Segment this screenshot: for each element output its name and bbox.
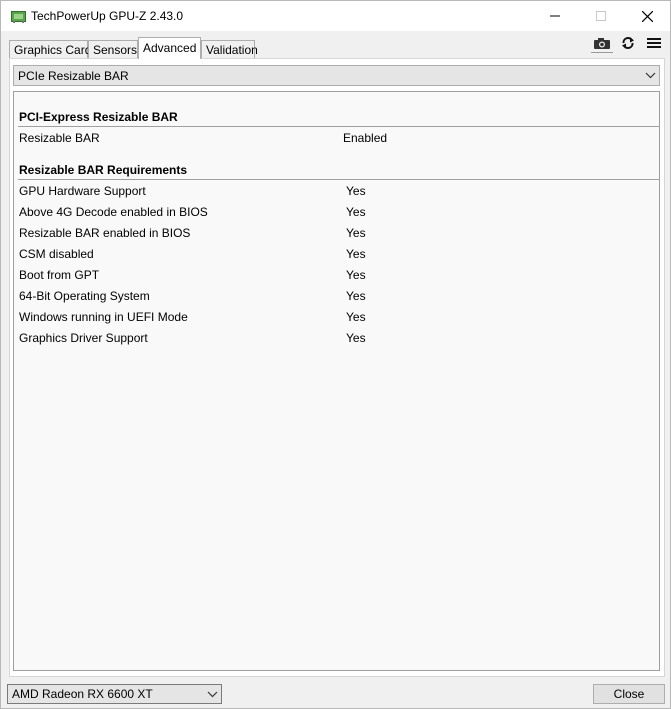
tab-advanced[interactable]: Advanced [138, 37, 201, 59]
close-window-button[interactable] [624, 1, 670, 31]
row-value-64bit-os: Yes [346, 289, 366, 303]
title-bar: TechPowerUp GPU-Z 2.43.0 [1, 1, 670, 31]
row-label-resizable-bar: Resizable BAR [19, 131, 100, 145]
advanced-category-dropdown[interactable]: PCIe Resizable BAR [13, 65, 660, 86]
details-list: PCI-Express Resizable BAR Resizable BAR … [13, 91, 660, 671]
tab-sensors[interactable]: Sensors [88, 40, 138, 58]
menu-icon [647, 38, 661, 48]
row-value-uefi-mode: Yes [346, 310, 366, 324]
row-label-csm-disabled: CSM disabled [19, 247, 94, 261]
chevron-down-icon [207, 691, 218, 698]
advanced-tab-panel: PCIe Resizable BAR PCI-Express Resizable… [9, 58, 665, 677]
screenshot-dropdown-indicator [591, 52, 613, 53]
dropdown-selected-value: PCIe Resizable BAR [18, 69, 129, 83]
camera-icon [594, 37, 610, 49]
row-label-above-4g-decode: Above 4G Decode enabled in BIOS [19, 205, 208, 219]
row-value-csm-disabled: Yes [346, 247, 366, 261]
gpu-selector-dropdown[interactable]: AMD Radeon RX 6600 XT [7, 684, 222, 704]
maximize-button[interactable] [578, 1, 624, 31]
row-value-gpu-hardware-support: Yes [346, 184, 366, 198]
section-divider [18, 126, 659, 127]
row-label-boot-from-gpt: Boot from GPT [19, 268, 100, 282]
row-value-above-4g-decode: Yes [346, 205, 366, 219]
row-value-boot-from-gpt: Yes [346, 268, 366, 282]
minimize-icon [550, 15, 560, 17]
row-value-graphics-driver-support: Yes [346, 331, 366, 345]
row-value-resizable-bar-bios: Yes [346, 226, 366, 240]
tab-validation[interactable]: Validation [201, 40, 258, 58]
refresh-icon [622, 37, 634, 49]
menu-button[interactable] [643, 35, 665, 51]
tab-graphics-card[interactable]: Graphics Card [9, 40, 91, 58]
row-label-uefi-mode: Windows running in UEFI Mode [19, 310, 188, 324]
gpuz-window: TechPowerUp GPU-Z 2.43.0 Graphics Card S… [0, 0, 671, 709]
section-title-requirements: Resizable BAR Requirements [19, 163, 188, 177]
row-value-resizable-bar: Enabled [343, 131, 388, 145]
window-title: TechPowerUp GPU-Z 2.43.0 [31, 9, 184, 23]
refresh-button[interactable] [617, 35, 639, 51]
row-label-64bit-os: 64-Bit Operating System [19, 289, 150, 303]
row-label-graphics-driver-support: Graphics Driver Support [19, 331, 148, 345]
minimize-button[interactable] [532, 1, 578, 31]
section-title-pcie-resizable-bar: PCI-Express Resizable BAR [19, 110, 178, 124]
gpuz-app-icon [11, 10, 26, 23]
row-label-resizable-bar-bios: Resizable BAR enabled in BIOS [19, 226, 191, 240]
row-label-gpu-hardware-support: GPU Hardware Support [19, 184, 146, 198]
section-divider [18, 179, 659, 180]
maximize-icon [596, 11, 606, 21]
screenshot-button[interactable] [591, 35, 613, 51]
close-button[interactable]: Close [593, 684, 665, 704]
gpu-selector-value: AMD Radeon RX 6600 XT [12, 687, 153, 701]
close-icon [641, 10, 653, 22]
chevron-down-icon [645, 72, 656, 79]
